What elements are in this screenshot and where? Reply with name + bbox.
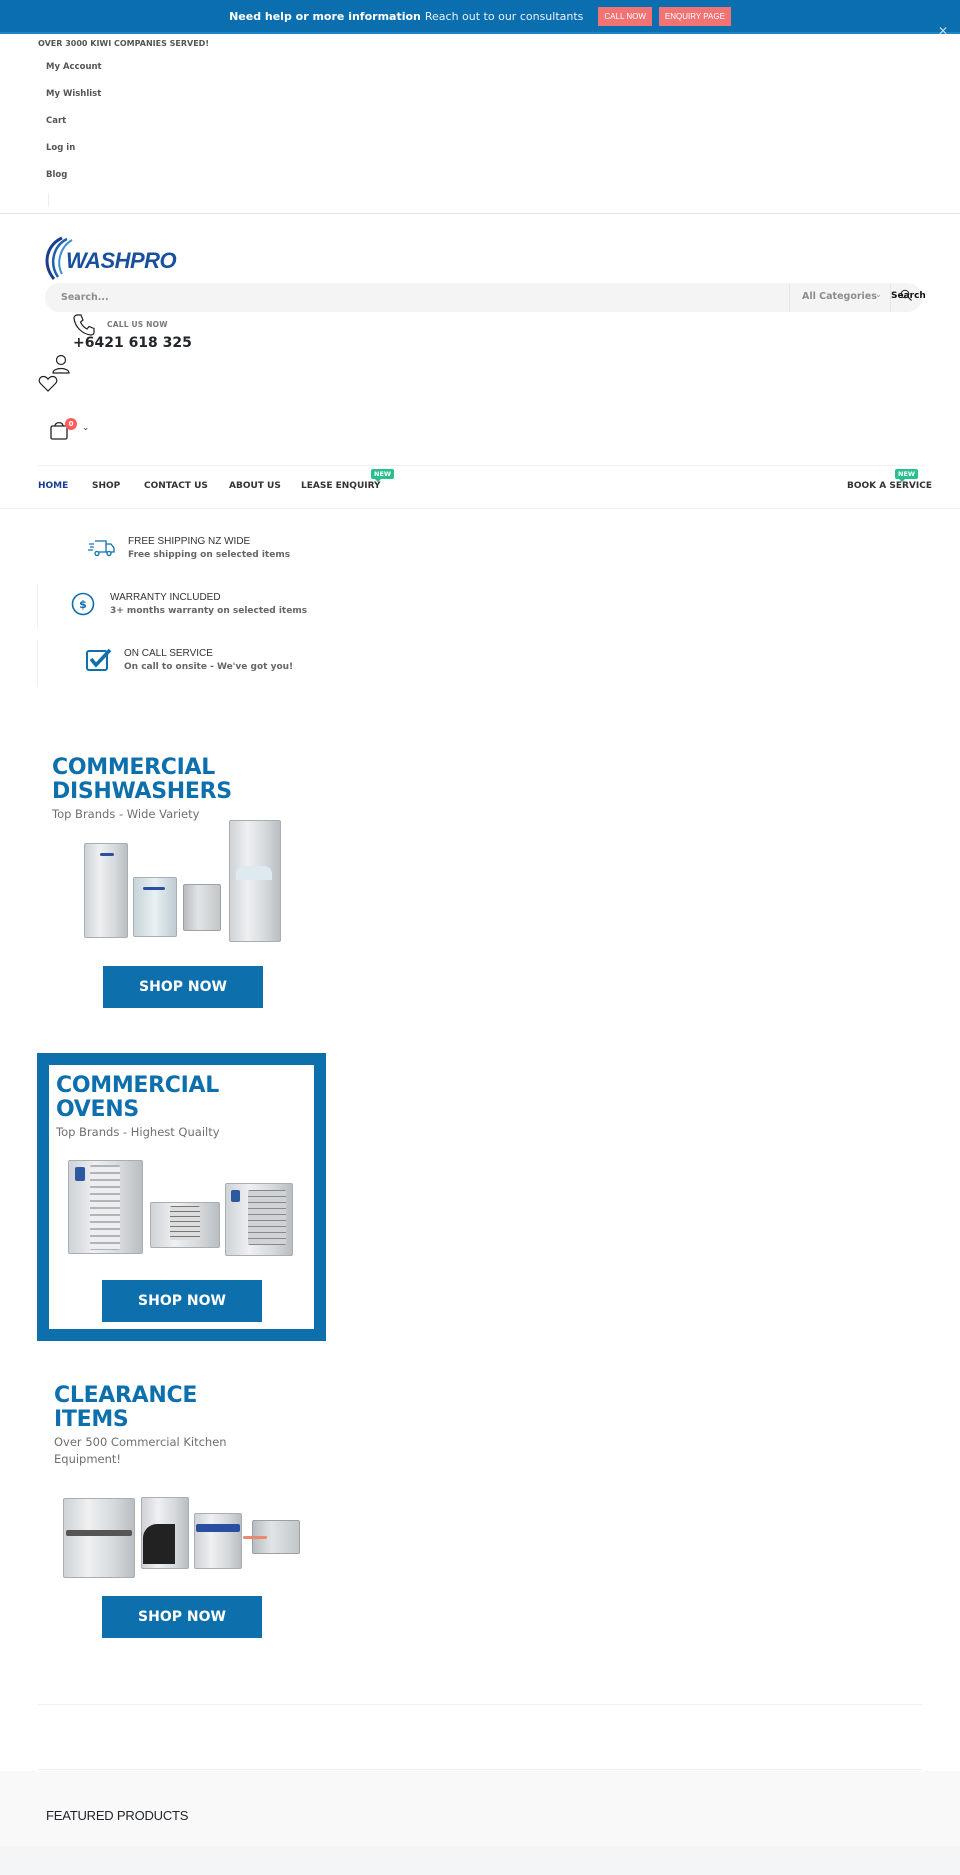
nav-lease-enquiry[interactable]: LEASE ENQUIRY bbox=[301, 481, 381, 491]
cart-count-badge: 0 bbox=[65, 418, 77, 430]
heart-icon[interactable] bbox=[38, 375, 58, 393]
divider bbox=[0, 213, 960, 214]
my-account-link[interactable]: My Account bbox=[46, 61, 102, 88]
divider bbox=[37, 584, 38, 628]
banner-clearance[interactable]: CLEARANCE ITEMS Over 500 Commercial Kitch… bbox=[54, 1384, 227, 1468]
chevron-down-icon[interactable]: ⌄ bbox=[82, 423, 90, 433]
blog-link[interactable]: Blog bbox=[46, 169, 102, 196]
logo-text: WASHPRO bbox=[66, 248, 177, 273]
nav-book-a-service[interactable]: BOOK A SERVICE bbox=[847, 481, 932, 491]
banner-ovens[interactable]: COMMERCIAL OVENS Top Brands - Highest Qua… bbox=[56, 1074, 220, 1141]
banner-subtitle: Top Brands - Highest Quailty bbox=[56, 1125, 220, 1139]
cart-link[interactable]: Cart bbox=[46, 115, 102, 142]
feature-title: FREE SHIPPING NZ WIDE bbox=[128, 536, 251, 547]
shop-now-button[interactable]: SHOP NOW bbox=[102, 1280, 262, 1322]
search-icon bbox=[900, 289, 912, 301]
call-label: CALL US NOW bbox=[107, 320, 168, 329]
feature-subtitle: Free shipping on selected items bbox=[128, 550, 291, 560]
feature-title: ON CALL SERVICE bbox=[124, 648, 213, 659]
notice-text: Reach out to our consultants bbox=[424, 9, 584, 23]
shop-now-button[interactable]: SHOP NOW bbox=[103, 966, 263, 1008]
call-now-button[interactable]: CALL NOW bbox=[598, 6, 652, 26]
top-links: My Account My Wishlist Cart Log in Blog bbox=[46, 61, 102, 196]
search-input[interactable] bbox=[61, 283, 761, 312]
call-number[interactable]: +6421 618 325 bbox=[73, 335, 192, 351]
category-select[interactable]: All Categories bbox=[802, 291, 877, 302]
checkbox-icon bbox=[86, 648, 112, 671]
shop-now-button[interactable]: SHOP NOW bbox=[102, 1596, 262, 1638]
close-icon[interactable]: ✕ bbox=[938, 25, 950, 37]
featured-products-title: FEATURED PRODUCTS bbox=[46, 1808, 189, 1823]
banner-subtitle: Top Brands - Wide Variety bbox=[52, 807, 200, 821]
nav-shop[interactable]: SHOP bbox=[92, 481, 120, 491]
divider bbox=[38, 1704, 922, 1705]
log-in-link[interactable]: Log in bbox=[46, 142, 102, 169]
divider bbox=[38, 465, 922, 466]
divider bbox=[37, 640, 38, 686]
logo[interactable]: WASHPRO bbox=[40, 235, 177, 281]
new-badge: NEW bbox=[895, 469, 919, 482]
nav-about-us[interactable]: ABOUT US bbox=[229, 481, 281, 491]
banner-title: CLEARANCE ITEMS bbox=[54, 1383, 198, 1432]
feature-title: WARRANTY INCLUDED bbox=[110, 592, 221, 603]
tagline: OVER 3000 KIWI COMPANIES SERVED! bbox=[38, 39, 209, 48]
my-wishlist-link[interactable]: My Wishlist bbox=[46, 88, 102, 115]
nav-home[interactable]: HOME bbox=[38, 481, 68, 491]
svg-text:$: $ bbox=[79, 598, 87, 611]
dollar-circle-icon: $ bbox=[71, 592, 95, 616]
banner-dishwashers[interactable]: COMMERCIAL DISHWASHERS Top Brands - Wide … bbox=[52, 756, 232, 823]
divider bbox=[789, 283, 790, 312]
chevron-down-icon: ⌄ bbox=[875, 290, 882, 299]
notice-bar: Need help or more information Reach out … bbox=[0, 0, 960, 34]
banner-title: COMMERCIAL OVENS bbox=[56, 1073, 219, 1122]
search-bar: All Categories ⌄ Search bbox=[45, 283, 926, 312]
truck-icon bbox=[88, 540, 115, 557]
banner-title: COMMERCIAL DISHWASHERS bbox=[52, 755, 232, 804]
phone-icon bbox=[73, 314, 95, 336]
enquiry-page-button[interactable]: ENQUIRY PAGE bbox=[658, 6, 731, 26]
divider bbox=[0, 508, 960, 509]
products-area bbox=[0, 1846, 960, 1875]
divider bbox=[38, 1769, 922, 1770]
banner-subtitle: Over 500 Commercial Kitchen Equipment! bbox=[54, 1435, 227, 1466]
feature-subtitle: 3+ months warranty on selected items bbox=[110, 606, 308, 616]
divider bbox=[48, 193, 49, 207]
feature-subtitle: On call to onsite - We've got you! bbox=[124, 662, 294, 672]
nav-contact-us[interactable]: CONTACT US bbox=[144, 481, 208, 491]
new-badge: NEW bbox=[371, 469, 395, 482]
notice-strong-text: Need help or more information bbox=[229, 9, 421, 23]
user-icon[interactable] bbox=[51, 354, 71, 374]
